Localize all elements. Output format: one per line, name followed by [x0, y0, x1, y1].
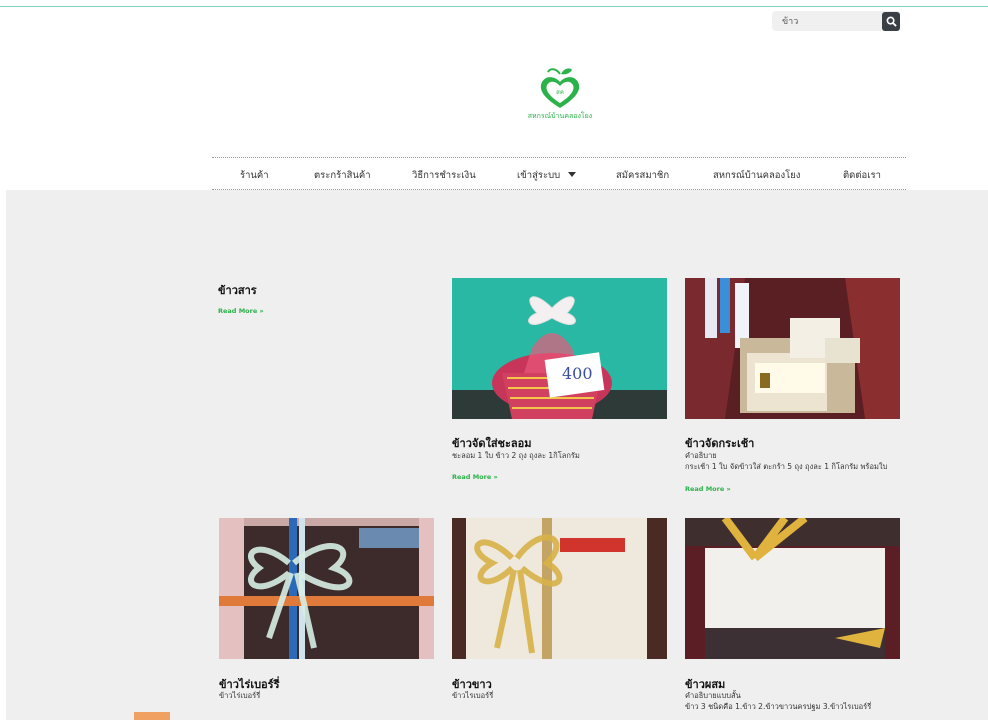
- search-input[interactable]: [772, 11, 880, 31]
- gift-basket-photo: [685, 278, 900, 419]
- nav-item-about[interactable]: สหกรณ์บ้านคลองโยง: [713, 168, 800, 183]
- product-image[interactable]: [219, 518, 434, 659]
- top-divider: [0, 6, 988, 7]
- white-rice-photo: [452, 518, 667, 659]
- logo-brand-text: สหกรณ์บ้านคลองโยง: [528, 111, 592, 120]
- price-tag-text: 400: [562, 364, 593, 383]
- product-image[interactable]: [452, 518, 667, 659]
- nav-item-cart[interactable]: ตระกร้าสินค้า: [314, 168, 371, 183]
- search-box: [772, 11, 900, 31]
- read-more-link[interactable]: Read More »: [452, 473, 498, 481]
- riceberry-photo: [219, 518, 434, 659]
- site-header: สค สหกรณ์บ้านคลองโยง ร้านค้า ตระกร้าสินค…: [0, 0, 988, 190]
- logo-badge-text: สค: [556, 89, 564, 96]
- product-description: ข้าวไรเบอร์รี่: [452, 691, 494, 700]
- product-title[interactable]: ข้าวสาร: [218, 281, 257, 299]
- search-icon: [886, 16, 897, 27]
- read-more-link[interactable]: Read More »: [685, 485, 731, 493]
- nav-item-payment[interactable]: วิธีการชำระเงิน: [412, 168, 476, 183]
- search-button[interactable]: [882, 12, 900, 31]
- mixed-rice-photo: [685, 518, 900, 659]
- apple-heart-logo: สค สหกรณ์บ้านคลองโยง: [528, 68, 592, 120]
- product-description-heading: คำอธิบายแบบสั้น: [685, 691, 741, 700]
- product-image[interactable]: [685, 518, 900, 659]
- taskbar-item[interactable]: [134, 712, 170, 720]
- product-description-heading: คำอธิบาย: [685, 451, 717, 460]
- nav-item-register[interactable]: สมัครสมาชิก: [616, 168, 669, 183]
- read-more-link[interactable]: Read More »: [218, 307, 264, 315]
- product-description: ชะลอม 1 ใบ ข้าว 2 ถุง ถุงละ 1กิโลกรัม: [452, 451, 580, 460]
- nav-item-login-label: เข้าสู่ระบบ: [517, 170, 561, 181]
- site-logo[interactable]: สค สหกรณ์บ้านคลองโยง: [520, 66, 600, 126]
- product-image[interactable]: [685, 278, 900, 419]
- product-description: ข้าวไร่เบอร์รี่: [219, 691, 261, 700]
- product-description: ข้าว 3 ชนิดคือ 1.ข้าว 2.ข้าวขาวนครปฐม 3.…: [685, 702, 872, 711]
- nav-item-contact[interactable]: ติดต่อเรา: [843, 168, 881, 183]
- nav-item-login[interactable]: เข้าสู่ระบบ: [517, 168, 577, 183]
- basket-photo: 400: [452, 278, 667, 419]
- product-image[interactable]: 400: [452, 278, 667, 419]
- nav-item-shop[interactable]: ร้านค้า: [240, 168, 269, 183]
- main-navigation: ร้านค้า ตระกร้าสินค้า วิธีการชำระเงิน เข…: [212, 157, 906, 190]
- caret-down-icon: [568, 172, 577, 177]
- product-description: กระเช้า 1 ใบ จัดข้าวใส่ ตะกร้า 5 ถุง ถุง…: [685, 462, 888, 471]
